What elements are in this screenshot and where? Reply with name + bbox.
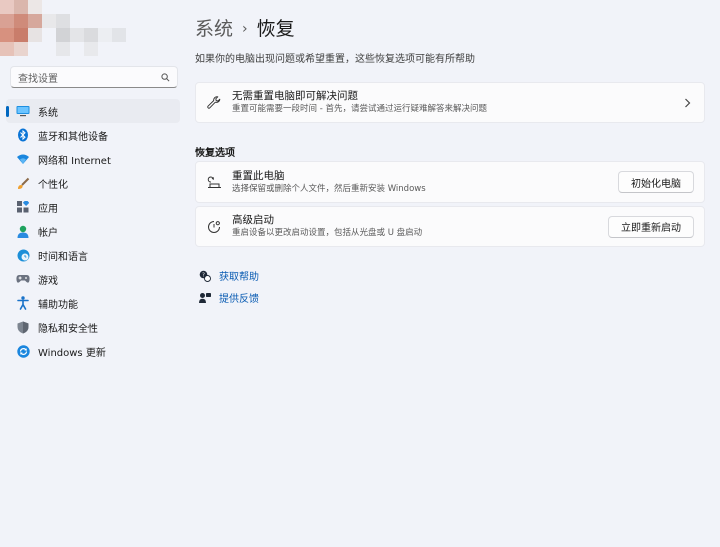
give-feedback-label[interactable]: 提供反馈 xyxy=(219,290,259,305)
sidebar-item-label: 游戏 xyxy=(38,275,58,287)
troubleshoot-desc: 重置可能需要一段时间 - 首先，请尝试通过运行疑难解答来解决问题 xyxy=(232,104,487,114)
get-help-link[interactable]: ? 获取帮助 xyxy=(199,268,259,283)
sidebar-nav: 系统 蓝牙和其他设备 网络和 Internet 个性化 应用 帐户 时间和语言 … xyxy=(6,99,180,363)
brush-icon xyxy=(16,176,30,190)
feedback-icon xyxy=(199,292,211,304)
sidebar-item-time-language[interactable]: 时间和语言 xyxy=(6,243,180,267)
sidebar: 查找设置 系统 蓝牙和其他设备 网络和 Internet 个性化 应用 帐户 时… xyxy=(0,0,190,547)
sidebar-item-label: 帐户 xyxy=(38,227,58,239)
advanced-startup-desc: 重启设备以更改启动设置，包括从光盘或 U 盘启动 xyxy=(232,228,423,238)
wifi-icon xyxy=(16,152,30,166)
sidebar-item-system[interactable]: 系统 xyxy=(6,99,180,123)
search-icon[interactable] xyxy=(160,72,170,82)
breadcrumb-chevron-icon: › xyxy=(242,21,248,37)
advanced-startup-title: 高级启动 xyxy=(232,214,274,226)
sidebar-item-personalization[interactable]: 个性化 xyxy=(6,171,180,195)
advanced-startup-card: 高级启动 重启设备以更改启动设置，包括从光盘或 U 盘启动 立即重新启动 xyxy=(195,206,705,247)
reset-pc-card: 重置此电脑 选择保留或删除个人文件，然后重新安装 Windows 初始化电脑 xyxy=(195,161,705,203)
sidebar-item-gaming[interactable]: 游戏 xyxy=(6,267,180,291)
shield-icon xyxy=(16,320,30,334)
sidebar-item-label: 个性化 xyxy=(38,179,68,191)
reset-pc-button[interactable]: 初始化电脑 xyxy=(618,171,694,193)
sidebar-item-label: 系统 xyxy=(38,107,58,119)
gamepad-icon xyxy=(16,272,30,286)
sidebar-item-label: 应用 xyxy=(38,203,58,215)
advanced-startup-icon xyxy=(206,219,222,235)
globe-clock-icon xyxy=(16,248,30,262)
sidebar-item-label: 隐私和安全性 xyxy=(38,323,98,335)
page-subtitle: 如果你的电脑出现问题或希望重置，这些恢复选项可能有所帮助 xyxy=(195,54,475,65)
page-title: 系统 › 恢复 xyxy=(195,14,295,41)
chevron-right-icon xyxy=(680,98,694,108)
troubleshoot-card[interactable]: 无需重置电脑即可解决问题 重置可能需要一段时间 - 首先，请尝试通过运行疑难解答… xyxy=(195,82,705,123)
bluetooth-icon xyxy=(16,128,30,142)
sidebar-item-label: Windows 更新 xyxy=(38,347,106,359)
sidebar-item-label: 蓝牙和其他设备 xyxy=(38,131,108,143)
search-placeholder: 查找设置 xyxy=(18,73,58,85)
sidebar-item-label: 辅助功能 xyxy=(38,299,78,311)
recovery-section-title: 恢复选项 xyxy=(195,148,235,159)
reset-pc-icon xyxy=(206,174,222,190)
apps-icon xyxy=(16,200,30,214)
reset-pc-desc: 选择保留或删除个人文件，然后重新安装 Windows xyxy=(232,183,426,194)
accessibility-icon xyxy=(16,296,30,310)
help-icon: ? xyxy=(199,270,211,282)
sidebar-item-accounts[interactable]: 帐户 xyxy=(6,219,180,243)
restart-now-button[interactable]: 立即重新启动 xyxy=(608,215,694,238)
sidebar-item-privacy[interactable]: 隐私和安全性 xyxy=(6,315,180,339)
sidebar-item-label: 时间和语言 xyxy=(38,251,88,263)
breadcrumb-system[interactable]: 系统 xyxy=(195,18,233,40)
person-icon xyxy=(16,224,30,238)
search-input[interactable]: 查找设置 xyxy=(10,66,178,88)
page-title-text: 恢复 xyxy=(256,18,295,40)
sidebar-item-apps[interactable]: 应用 xyxy=(6,195,180,219)
troubleshoot-title: 无需重置电脑即可解决问题 xyxy=(232,90,358,102)
sidebar-item-network[interactable]: 网络和 Internet xyxy=(6,147,180,171)
sidebar-item-bluetooth[interactable]: 蓝牙和其他设备 xyxy=(6,123,180,147)
update-icon xyxy=(16,344,30,358)
sidebar-item-accessibility[interactable]: 辅助功能 xyxy=(6,291,180,315)
reset-pc-title: 重置此电脑 xyxy=(232,169,285,182)
give-feedback-link[interactable]: 提供反馈 xyxy=(199,290,259,305)
sidebar-item-windows-update[interactable]: Windows 更新 xyxy=(6,339,180,363)
avatar[interactable] xyxy=(0,0,140,56)
wrench-icon xyxy=(206,95,222,111)
sidebar-item-label: 网络和 Internet xyxy=(38,155,111,167)
monitor-icon xyxy=(16,104,30,118)
get-help-label[interactable]: 获取帮助 xyxy=(219,268,259,283)
